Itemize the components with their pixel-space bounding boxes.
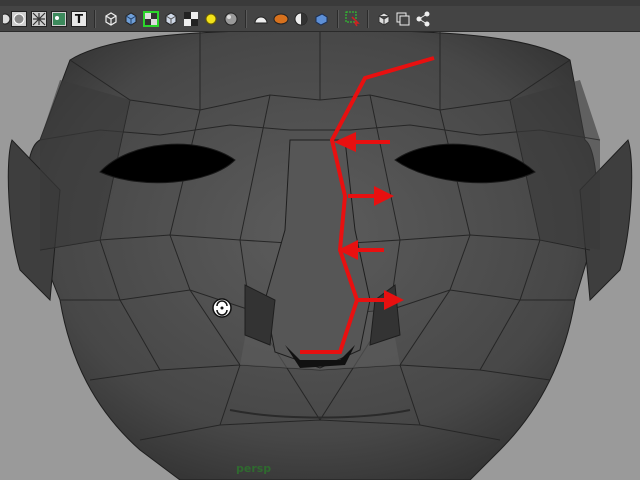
camera-label: persp xyxy=(236,462,272,475)
blue-cube-icon[interactable] xyxy=(313,11,329,27)
sphere-icon[interactable] xyxy=(223,11,239,27)
isolate-select-icon[interactable] xyxy=(143,11,159,27)
copy-icon[interactable] xyxy=(395,11,411,27)
face-mesh-render xyxy=(0,32,640,480)
default-light-icon[interactable] xyxy=(203,11,219,27)
text-tool-letter: T xyxy=(74,12,84,26)
cube-wireframe-icon[interactable] xyxy=(103,11,119,27)
dome-light-icon[interactable] xyxy=(253,11,269,27)
x-ray-icon[interactable] xyxy=(31,11,47,27)
perspective-viewport[interactable] xyxy=(0,32,640,480)
text-tool-icon[interactable]: T xyxy=(71,11,87,27)
textured-icon[interactable] xyxy=(51,11,67,27)
toolbar-separator xyxy=(367,10,369,28)
toolbar-top-strip xyxy=(0,0,640,6)
wireframe-grid-icon[interactable] xyxy=(11,11,27,27)
cube-smooth-icon[interactable] xyxy=(123,11,139,27)
tumble-cursor-icon xyxy=(212,298,232,318)
viewport-toolbar: T xyxy=(0,0,640,32)
select-cursor-icon[interactable] xyxy=(345,11,361,27)
cube-outline-icon[interactable] xyxy=(376,11,392,27)
toolbar-separator xyxy=(94,10,96,28)
toolbar-separator xyxy=(245,10,247,28)
cube-shaded-icon[interactable] xyxy=(163,11,179,27)
toolbar-separator xyxy=(337,10,339,28)
orange-sphere-icon[interactable] xyxy=(273,11,289,27)
share-nodes-icon[interactable] xyxy=(415,11,431,27)
checker-icon[interactable] xyxy=(183,11,199,27)
half-shade-icon[interactable] xyxy=(293,11,309,27)
